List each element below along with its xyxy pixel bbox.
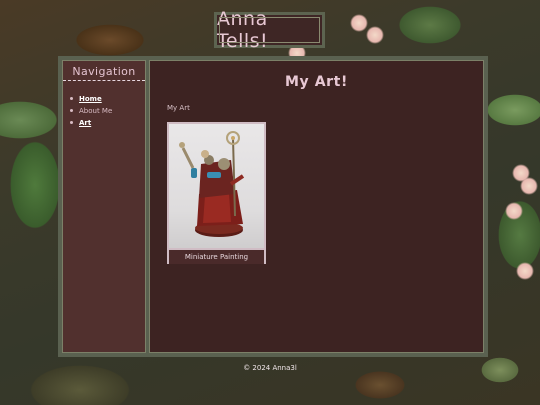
flower-decoration (505, 202, 523, 220)
gallery-card[interactable]: Miniature Painting (167, 122, 266, 264)
main-content: My Art! My Art Miniature Painting (149, 60, 484, 353)
gallery-caption: Miniature Painting (169, 250, 264, 264)
nav-list: Home About Me Art (63, 95, 145, 127)
footer-copyright: © 2024 Anna3l (243, 364, 297, 372)
sidebar-heading: Navigation (63, 61, 145, 81)
sidebar: Navigation Home About Me Art (62, 60, 146, 353)
flower-decoration (520, 177, 538, 195)
site-header: Anna Tells! (214, 8, 325, 52)
nav-item-art[interactable]: Art (69, 119, 145, 127)
miniature-photo[interactable] (169, 124, 264, 248)
nav-item-home[interactable]: Home (69, 95, 145, 103)
page-subtitle: My Art (167, 104, 190, 112)
flower-decoration (366, 26, 384, 44)
flower-decoration (350, 14, 368, 32)
nav-item-about-me: About Me (69, 107, 145, 115)
page-title: My Art! (285, 74, 348, 90)
miniature-figure-image (179, 131, 245, 237)
site-title: Anna Tells! (217, 8, 269, 52)
flower-decoration (516, 262, 534, 280)
